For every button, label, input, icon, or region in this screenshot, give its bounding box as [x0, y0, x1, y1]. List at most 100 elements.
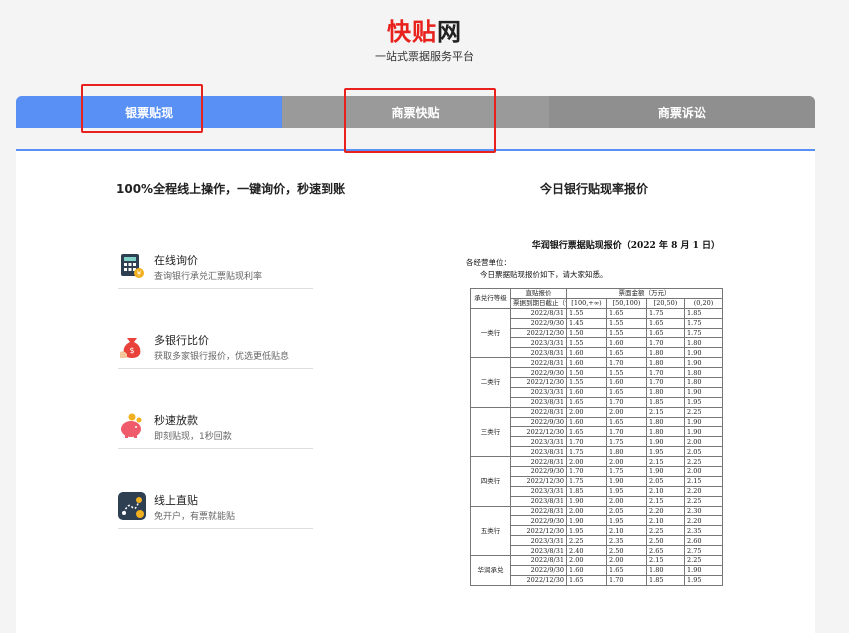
- rate-cell: 1.50: [566, 367, 607, 379]
- rate-cell: 2.15: [646, 456, 685, 468]
- bank-grade-cell: 华润承兑: [470, 555, 511, 586]
- rate-cell: 2.00: [566, 456, 607, 468]
- rate-cell: 1.75: [646, 307, 685, 319]
- rate-cell: 1.85: [646, 574, 685, 586]
- piggy-bank-icon: [118, 412, 146, 440]
- rate-cell: 1.80: [646, 564, 685, 576]
- logo-part-red: 快贴: [387, 18, 437, 46]
- feature-desc: 免开户，有票就能贴: [154, 512, 236, 522]
- header-due-date: 票据到期日截止（含当日）: [510, 297, 567, 309]
- rate-cell: 1.85: [684, 307, 723, 319]
- rate-cell: 1.65: [606, 564, 647, 576]
- rate-cell: 1.70: [646, 337, 685, 349]
- due-date-cell: 2023/8/31: [510, 545, 567, 557]
- rate-cell: 1.85: [566, 485, 607, 497]
- header-range: [100,+∞): [566, 297, 607, 309]
- rate-cell: 1.80: [684, 367, 723, 379]
- rate-cell: 1.90: [566, 495, 607, 507]
- rate-cell: 1.95: [606, 485, 647, 497]
- due-date-cell: 2023/3/31: [510, 337, 567, 349]
- due-date-cell: 2023/8/31: [510, 396, 567, 408]
- rate-cell: 1.70: [606, 396, 647, 408]
- table-row: 五类行 2022/8/31 2.00 2.05 2.20 2.30: [470, 505, 723, 557]
- rate-cell: 1.90: [646, 436, 685, 448]
- feature-online-direct[interactable]: 线上直贴 免开户，有票就能贴: [118, 492, 313, 529]
- svg-text:$: $: [129, 346, 134, 355]
- rate-cell: 1.70: [566, 436, 607, 448]
- rate-cell: 1.95: [684, 574, 723, 586]
- rate-cell: 1.90: [606, 475, 647, 487]
- tab-commercial-litigation[interactable]: 商票诉讼: [548, 96, 815, 128]
- rates-heading: 今日银行贴现率报价: [540, 182, 649, 196]
- rate-cell: 2.75: [684, 545, 723, 557]
- rate-cell: 2.05: [606, 505, 647, 517]
- due-date-cell: 2022/12/30: [510, 377, 567, 388]
- rate-cell: 1.65: [606, 386, 647, 398]
- due-date-cell: 2023/3/31: [510, 386, 567, 398]
- table-row: 华润承兑 2022/8/31 2.00 2.00 2.15 2.25: [470, 555, 723, 586]
- rate-cell: 2.05: [646, 475, 685, 487]
- rate-cell: 1.95: [646, 446, 685, 458]
- header-direct: 直贴报价: [510, 288, 567, 299]
- rate-cell: 2.15: [684, 475, 723, 487]
- due-date-cell: 2022/12/30: [510, 426, 567, 438]
- money-bag-icon: $: [118, 332, 146, 360]
- rate-cell: 1.90: [684, 386, 723, 398]
- rate-cell: 2.25: [684, 495, 723, 507]
- rate-cell: 1.65: [606, 347, 647, 359]
- due-date-cell: 2022/8/31: [510, 505, 567, 517]
- feature-online-inquiry[interactable]: ¥ 在线询价 查询银行承兑汇票贴现利率: [118, 252, 313, 289]
- rate-cell: 1.65: [606, 307, 647, 319]
- feature-title: 多银行比价: [154, 334, 209, 347]
- rate-cell: 1.70: [646, 367, 685, 379]
- due-date-cell: 2022/12/30: [510, 574, 567, 586]
- bank-grade-cell: 四类行: [470, 456, 511, 507]
- rate-cell: 1.45: [566, 317, 607, 329]
- feature-title: 线上直贴: [154, 494, 198, 507]
- rate-cell: 1.55: [606, 367, 647, 379]
- rate-cell: 1.95: [606, 515, 647, 527]
- rate-cell: 1.90: [646, 466, 685, 477]
- bank-grade-cell: 三类行: [470, 406, 511, 458]
- rate-cell: 2.40: [566, 545, 607, 557]
- feature-multi-bank-compare[interactable]: $ 多银行比价 获取多家银行报价，优选更低贴息: [118, 332, 313, 369]
- rate-cell: 2.00: [566, 555, 607, 566]
- rate-cell: 2.65: [646, 545, 685, 557]
- rate-cell: 2.20: [684, 485, 723, 497]
- rate-cell: 1.85: [646, 396, 685, 408]
- rate-cell: 1.80: [684, 337, 723, 349]
- rate-cell: 1.60: [606, 337, 647, 349]
- calculator-icon: ¥: [118, 252, 146, 280]
- due-date-cell: 2022/9/30: [510, 367, 567, 379]
- rate-cell: 1.55: [566, 337, 607, 349]
- site-logo[interactable]: 快贴网: [0, 12, 849, 47]
- rate-cell: 1.60: [566, 357, 607, 369]
- table-row: 一类行 2022/8/31 1.55 1.65 1.75 1.85: [470, 307, 723, 359]
- rate-cell: 1.90: [684, 347, 723, 359]
- due-date-cell: 2022/8/31: [510, 456, 567, 468]
- rate-cell: 1.70: [606, 574, 647, 586]
- rate-cell: 1.75: [606, 436, 647, 448]
- rate-cell: 2.35: [606, 535, 647, 547]
- rate-cell: 1.65: [646, 327, 685, 339]
- due-date-cell: 2022/9/30: [510, 466, 567, 477]
- rate-cell: 2.50: [606, 545, 647, 557]
- due-date-cell: 2023/8/31: [510, 446, 567, 458]
- bank-grade-cell: 五类行: [470, 505, 511, 557]
- feature-fast-payout[interactable]: 秒速放款 即刻贴现，1秒回款: [118, 412, 313, 449]
- rate-cell: 2.00: [566, 505, 607, 517]
- rate-cell: 1.95: [566, 525, 607, 537]
- rate-cell: 2.25: [646, 525, 685, 537]
- rate-cell: 1.60: [566, 564, 607, 576]
- rate-cell: 1.60: [606, 377, 647, 388]
- rate-cell: 2.00: [566, 406, 607, 418]
- due-date-cell: 2022/12/30: [510, 475, 567, 487]
- header-amount: 票面金额（万元）: [566, 288, 723, 299]
- rate-cell: 2.00: [606, 406, 647, 418]
- rate-cell: 2.20: [646, 505, 685, 517]
- rate-cell: 2.25: [566, 535, 607, 547]
- header-range: [20,50): [646, 297, 685, 309]
- route-icon: [118, 492, 146, 520]
- bank-grade-cell: 一类行: [470, 307, 511, 359]
- due-date-cell: 2022/9/30: [510, 416, 567, 428]
